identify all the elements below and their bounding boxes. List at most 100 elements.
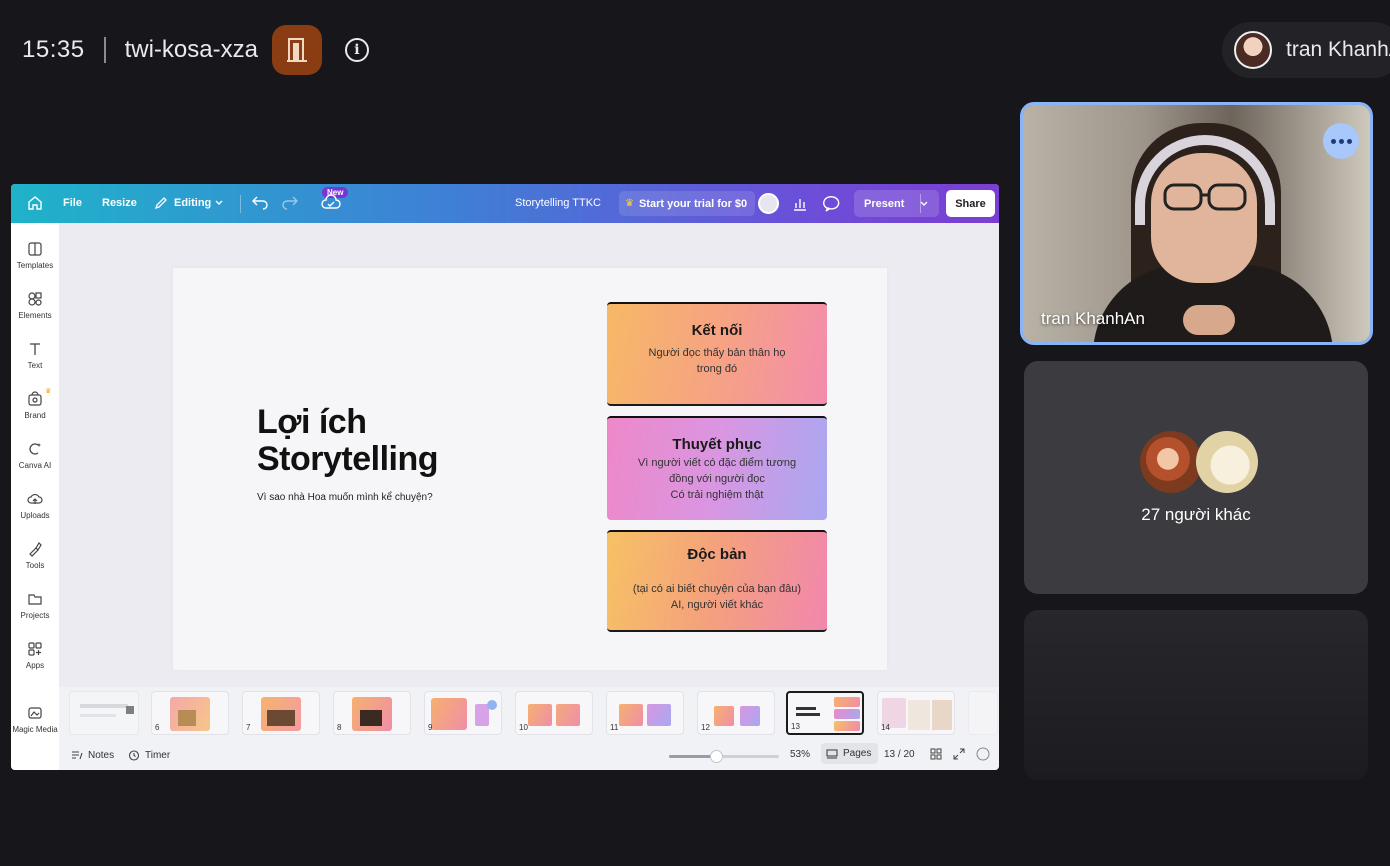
more-icon bbox=[1330, 138, 1352, 144]
card-line: trong đó bbox=[696, 363, 738, 375]
participant-tile-others[interactable]: 27 người khác bbox=[1024, 361, 1368, 594]
present-label: Present bbox=[864, 197, 905, 210]
help-icon[interactable] bbox=[976, 747, 990, 761]
page-number: 12 bbox=[701, 723, 710, 732]
page-thumbnail[interactable]: 14 bbox=[877, 691, 955, 735]
cloud-sync-icon[interactable] bbox=[321, 194, 341, 212]
pages-label: Pages bbox=[843, 748, 872, 759]
presenter-chip[interactable]: tran KhanhAn bbox=[1222, 22, 1390, 78]
video-person-hands bbox=[1183, 305, 1235, 335]
undo-icon[interactable] bbox=[251, 195, 269, 211]
zoom-level[interactable]: 53% bbox=[790, 749, 810, 760]
collaborator-avatar[interactable] bbox=[758, 193, 779, 214]
chevron-down-icon[interactable] bbox=[919, 199, 929, 209]
editor-canvas: Lợi ích Storytelling Vì sao nhà Hoa muốn… bbox=[59, 223, 999, 687]
present-button[interactable]: Present bbox=[854, 190, 939, 217]
participant-tile-main[interactable]: tran KhanhAn bbox=[1020, 102, 1373, 345]
sidebar-item-uploads[interactable]: Uploads bbox=[11, 491, 59, 531]
avatar bbox=[1234, 31, 1272, 69]
page-thumbnail[interactable]: 10 bbox=[515, 691, 593, 735]
sidebar-item-label: Brand bbox=[24, 411, 46, 420]
slide-card-doc-ban[interactable]: Độc bản (tại có ai biết chuyện của bạn đ… bbox=[607, 530, 827, 632]
apps-icon bbox=[28, 642, 42, 656]
zoom-slider[interactable] bbox=[669, 750, 779, 763]
chevron-down-icon bbox=[215, 200, 223, 205]
meeting-info-bar: 15:35 twi-kosa-xza i bbox=[22, 22, 369, 78]
divider bbox=[240, 195, 241, 213]
sidebar-item-templates[interactable]: Templates bbox=[11, 241, 59, 281]
page-thumbnail[interactable]: 11 bbox=[606, 691, 684, 735]
share-button[interactable]: Share bbox=[946, 190, 995, 217]
redo-icon[interactable] bbox=[281, 195, 299, 211]
sidebar-item-elements[interactable]: Elements bbox=[11, 291, 59, 331]
home-icon[interactable] bbox=[27, 195, 43, 211]
page-thumbnail[interactable]: 9 bbox=[424, 691, 502, 735]
crown-icon: ♛ bbox=[45, 388, 52, 395]
sidebar-item-brand[interactable]: ♛ Brand bbox=[11, 388, 59, 431]
zoom-slider-fill bbox=[669, 755, 717, 758]
zoom-slider-handle[interactable] bbox=[710, 750, 724, 763]
comment-icon[interactable] bbox=[823, 194, 843, 214]
resize-menu[interactable]: Resize bbox=[102, 197, 137, 209]
page-thumbnail[interactable]: 7 bbox=[242, 691, 320, 735]
card-description: (tại có ai biết chuyện của bạn đâu) AI, … bbox=[633, 581, 801, 613]
meeting-time: 15:35 bbox=[22, 36, 85, 63]
participant-video bbox=[1023, 105, 1370, 342]
participant-tile-faded bbox=[1024, 610, 1368, 780]
sidebar-item-label: Elements bbox=[18, 311, 52, 320]
door-button[interactable] bbox=[271, 25, 322, 75]
timer-icon bbox=[128, 750, 140, 761]
page-thumbnail[interactable] bbox=[69, 691, 139, 735]
notes-label: Notes bbox=[88, 749, 115, 761]
projects-icon bbox=[28, 594, 42, 605]
sidebar-item-text[interactable]: Text bbox=[11, 341, 59, 381]
page-thumbnail-active[interactable]: 13 bbox=[786, 691, 864, 735]
editing-mode-dropdown[interactable]: Editing bbox=[174, 197, 211, 209]
notes-button[interactable]: Notes bbox=[71, 749, 114, 761]
page-thumbnail-strip: 6 7 8 9 10 11 12 13 14 bbox=[59, 687, 999, 737]
page-thumbnail[interactable] bbox=[968, 691, 998, 735]
page-counter: 13 / 20 bbox=[884, 749, 915, 760]
fullscreen-icon[interactable] bbox=[953, 748, 965, 760]
card-title: Thuyết phục bbox=[672, 436, 762, 453]
sidebar-item-label: Projects bbox=[20, 611, 50, 620]
page-thumbnail[interactable]: 6 bbox=[151, 691, 229, 735]
page-number: 13 bbox=[791, 722, 800, 731]
timer-button[interactable]: Timer bbox=[128, 749, 170, 761]
card-description: Vì người viết có đặc điểm tương đồng với… bbox=[638, 455, 796, 503]
grid-view-icon[interactable] bbox=[930, 748, 942, 760]
others-avatar-group bbox=[1140, 431, 1260, 493]
start-trial-button[interactable]: ♛ Start your trial for $0 bbox=[619, 191, 756, 216]
text-icon bbox=[30, 343, 40, 355]
sidebar-item-tools[interactable]: Tools bbox=[11, 541, 59, 581]
notes-icon bbox=[72, 751, 83, 760]
page-thumbnail[interactable]: 8 bbox=[333, 691, 411, 735]
pages-button[interactable]: Pages bbox=[821, 743, 878, 764]
card-title: Kết nối bbox=[691, 322, 743, 339]
sidebar-item-label: Text bbox=[27, 361, 43, 370]
analytics-icon[interactable] bbox=[790, 194, 810, 214]
separator bbox=[103, 37, 106, 63]
sidebar-item-magic-media[interactable]: Magic Media bbox=[11, 705, 59, 745]
info-icon[interactable]: i bbox=[344, 38, 369, 62]
slide-card-thuyet-phuc[interactable]: Thuyết phục Vì người viết có đặc điểm tư… bbox=[607, 416, 827, 520]
slide-card-ket-noi[interactable]: Kết nối Người đọc thấy bản thân họ trong… bbox=[607, 302, 827, 406]
document-title[interactable]: Storytelling TTKC bbox=[515, 197, 601, 209]
trial-label: Start your trial for $0 bbox=[638, 197, 748, 210]
page-number: 14 bbox=[881, 723, 890, 732]
more-options-button[interactable] bbox=[1323, 123, 1359, 159]
sidebar-item-projects[interactable]: Projects bbox=[11, 591, 59, 631]
sidebar-item-apps[interactable]: Apps bbox=[11, 641, 59, 681]
page-thumbnail[interactable]: 12 bbox=[697, 691, 775, 735]
file-menu[interactable]: File bbox=[63, 197, 82, 209]
page-number: 9 bbox=[428, 723, 433, 732]
page-number: 8 bbox=[337, 723, 342, 732]
sidebar-item-label: Apps bbox=[25, 661, 45, 670]
slide-subtitle[interactable]: Vì sao nhà Hoa muốn mình kể chuyện? bbox=[257, 492, 433, 503]
brand-icon bbox=[28, 391, 42, 406]
slide[interactable]: Lợi ích Storytelling Vì sao nhà Hoa muốn… bbox=[173, 268, 887, 670]
card-description: Người đọc thấy bản thân họ trong đó bbox=[649, 345, 786, 377]
slide-title[interactable]: Lợi ích Storytelling bbox=[257, 404, 517, 478]
sidebar-item-canva-ai[interactable]: Canva AI bbox=[11, 441, 59, 481]
sidebar-item-label: Templates bbox=[16, 261, 54, 270]
